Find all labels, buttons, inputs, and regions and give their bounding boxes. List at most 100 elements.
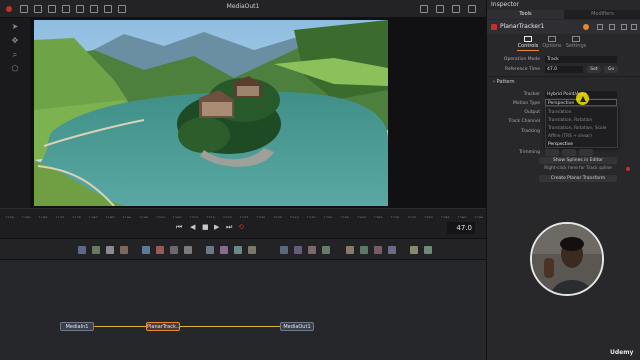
reference-time-field[interactable]: 47.0 bbox=[545, 66, 583, 73]
background-tool-icon[interactable] bbox=[78, 246, 86, 254]
fusion-page: MediaOut1 ➤ ✥ ⌕ ⬠ ⏮ ◀ ■ ▶ ⏭ ⟲ 47.0 Media… bbox=[0, 0, 640, 360]
viewer-title: MediaOut1 bbox=[226, 3, 260, 10]
play-reverse-icon[interactable]: ◀ bbox=[190, 223, 195, 231]
go-button[interactable]: Go bbox=[604, 66, 618, 73]
more-options-icon[interactable] bbox=[468, 5, 476, 13]
merge-tool-icon[interactable] bbox=[142, 246, 150, 254]
show-splines-button[interactable]: Show Splines in Editor bbox=[539, 157, 617, 164]
blur-tool-icon[interactable] bbox=[156, 246, 164, 254]
option-translation[interactable]: Translation bbox=[548, 110, 571, 115]
transform-tool-icon[interactable] bbox=[184, 246, 192, 254]
text-tool-icon[interactable] bbox=[106, 246, 114, 254]
pin-icon[interactable] bbox=[609, 24, 615, 30]
operation-mode-select[interactable]: Track bbox=[545, 56, 617, 63]
pointer-tool-icon[interactable]: ➤ bbox=[9, 22, 21, 32]
operation-mode-label: Operation Mode bbox=[503, 57, 540, 62]
viewer-side-toolbar: ➤ ✥ ⌕ ⬠ bbox=[0, 18, 30, 208]
pattern-label: Pattern bbox=[496, 79, 515, 85]
tracking-label: Tracking bbox=[521, 129, 540, 134]
reference-time-label: Reference Time bbox=[504, 67, 540, 72]
node-color-icon[interactable] bbox=[583, 24, 589, 30]
hand-tool-icon[interactable]: ✥ bbox=[9, 36, 21, 46]
node-header[interactable]: PlanarTracker1 bbox=[487, 20, 640, 34]
light-tool-icon[interactable] bbox=[322, 246, 330, 254]
pattern-section-header[interactable]: › Pattern bbox=[493, 79, 515, 85]
stop-icon[interactable]: ■ bbox=[202, 223, 209, 231]
transport-controls: ⏮ ◀ ■ ▶ ⏭ ⟲ 47.0 bbox=[0, 218, 486, 238]
split-icon[interactable] bbox=[452, 5, 460, 13]
go-to-end-icon[interactable]: ⏭ bbox=[226, 223, 232, 232]
material-tool-icon[interactable] bbox=[388, 246, 396, 254]
wire-in-to-planar bbox=[94, 326, 146, 327]
subtab-controls[interactable]: Controls bbox=[517, 36, 539, 49]
option-translation-rotation[interactable]: Translation, Rotation bbox=[548, 118, 592, 123]
renderer-tool-icon[interactable] bbox=[346, 246, 354, 254]
options-icon bbox=[548, 36, 556, 42]
divider bbox=[487, 76, 640, 77]
camera-tool-icon[interactable] bbox=[308, 246, 316, 254]
current-frame-field[interactable]: 47.0 bbox=[447, 222, 475, 234]
trim-start-button[interactable] bbox=[545, 149, 559, 156]
create-planar-transform-button[interactable]: Create Planar Transform bbox=[539, 175, 617, 182]
video-frame[interactable] bbox=[34, 20, 388, 206]
right-click-hint[interactable]: Right-click here for Track spline bbox=[539, 166, 617, 171]
shape-tool-icon[interactable] bbox=[360, 246, 368, 254]
color-correct-tool-icon[interactable] bbox=[170, 246, 178, 254]
paint-tool-icon[interactable] bbox=[120, 246, 128, 254]
subtab-settings[interactable]: Settings bbox=[565, 36, 587, 49]
versions-icon[interactable] bbox=[597, 24, 603, 30]
warp-tool-icon[interactable] bbox=[410, 246, 418, 254]
node-media-out[interactable]: MediaOut1 bbox=[280, 322, 314, 331]
option-affine[interactable]: Affine (TRS + shear) bbox=[548, 134, 592, 139]
loop-icon[interactable]: ⟲ bbox=[238, 223, 244, 231]
option-translation-rotation-scale[interactable]: Translation, Rotation, Scale bbox=[548, 126, 606, 131]
image-tool-icon[interactable] bbox=[92, 246, 100, 254]
keyframe-icon[interactable] bbox=[626, 167, 630, 171]
trim-mid-button[interactable] bbox=[562, 149, 576, 156]
tab-modifiers[interactable]: Modifiers bbox=[564, 10, 640, 19]
node-media-in[interactable]: MediaIn1 bbox=[60, 322, 94, 331]
mask-tool-icon[interactable] bbox=[206, 246, 214, 254]
inspector-tabs: Tools Modifiers bbox=[487, 10, 640, 19]
particle-tool-icon[interactable] bbox=[280, 246, 288, 254]
node-editor[interactable]: MediaIn1 PlanarTrack... MediaOut1 bbox=[0, 260, 486, 360]
tracker-tool-icon[interactable] bbox=[248, 246, 256, 254]
zoom-icon[interactable] bbox=[420, 5, 428, 13]
go-to-start-icon[interactable]: ⏮ bbox=[176, 223, 182, 232]
fog-tool-icon[interactable] bbox=[374, 246, 382, 254]
settings-icon bbox=[572, 36, 580, 42]
track-channel-label: Track Channel bbox=[508, 119, 540, 124]
active-subtab-indicator bbox=[517, 50, 539, 51]
subtab-controls-label: Controls bbox=[517, 43, 539, 49]
3d-tool-icon[interactable] bbox=[294, 246, 302, 254]
tab-tools[interactable]: Tools bbox=[487, 10, 564, 19]
trim-end-button[interactable] bbox=[579, 149, 593, 156]
output-label: Output bbox=[524, 110, 540, 115]
option-perspective[interactable]: Perspective bbox=[548, 142, 573, 147]
tools-toolbar bbox=[0, 238, 486, 260]
keyer-tool-icon[interactable] bbox=[424, 246, 432, 254]
node-planar-tracker[interactable]: PlanarTrack... bbox=[146, 322, 181, 331]
polygon-mask-icon[interactable] bbox=[220, 246, 228, 254]
timeline-ruler[interactable]: 1155116011651170117511801185119011951200… bbox=[0, 208, 486, 224]
zoom-tool-icon[interactable]: ⌕ bbox=[9, 50, 21, 60]
polygon-tool-icon[interactable]: ⬠ bbox=[9, 64, 21, 74]
motion-type-label: Motion Type bbox=[512, 101, 540, 106]
set-button[interactable]: Set bbox=[587, 66, 601, 73]
inspector-subtabs: Controls Options Settings bbox=[517, 36, 617, 52]
subtab-options[interactable]: Options bbox=[541, 36, 563, 49]
play-icon[interactable]: ▶ bbox=[214, 223, 219, 231]
fit-icon[interactable] bbox=[436, 5, 444, 13]
tracker-label: Tracker bbox=[523, 92, 540, 97]
bspline-mask-icon[interactable] bbox=[234, 246, 242, 254]
chevron-right-icon: › bbox=[493, 79, 495, 85]
reset-icon[interactable] bbox=[631, 24, 637, 30]
node-enable-icon[interactable] bbox=[491, 24, 497, 30]
inspector-panel: Inspector Tools Modifiers PlanarTracker1… bbox=[486, 0, 640, 360]
mouse-cursor-icon bbox=[580, 96, 586, 102]
viewer-toolbar: MediaOut1 bbox=[0, 0, 486, 18]
viewer[interactable]: ➤ ✥ ⌕ ⬠ bbox=[0, 18, 486, 208]
lock-icon[interactable] bbox=[621, 24, 627, 30]
motion-type-dropdown[interactable]: Translation Translation, Rotation Transl… bbox=[545, 106, 618, 148]
udemy-watermark: Udemy bbox=[610, 349, 634, 356]
